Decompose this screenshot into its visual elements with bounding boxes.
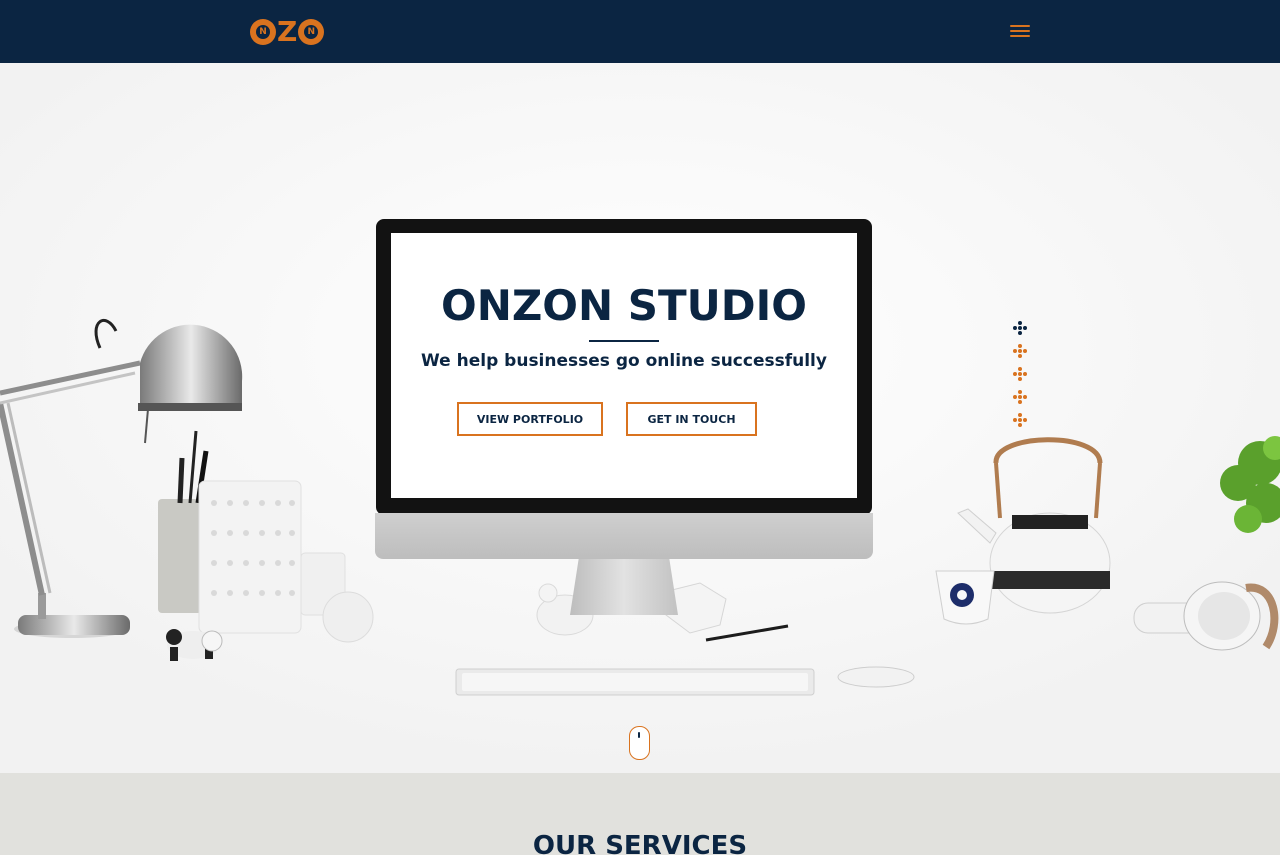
- dot: [1018, 331, 1022, 335]
- hamburger-line: [1010, 35, 1030, 37]
- hero-title: ONZON STUDIO: [441, 281, 807, 330]
- view-portfolio-button[interactable]: VIEW PORTFOLIO: [457, 402, 603, 436]
- dot: [1018, 372, 1022, 376]
- dot: [1013, 395, 1017, 399]
- dot: [1013, 326, 1017, 330]
- logo[interactable]: N Z N: [250, 15, 325, 48]
- site-header: N Z N: [0, 0, 1280, 63]
- keyboard: [455, 668, 815, 696]
- dot: [1013, 349, 1017, 353]
- get-in-touch-button[interactable]: GET IN TOUCH: [626, 402, 757, 436]
- dot: [1018, 390, 1022, 394]
- desk-mouse: [837, 666, 915, 688]
- dot: [1013, 418, 1017, 422]
- logo-inner-n-right: N: [304, 25, 319, 39]
- dot: [1023, 418, 1027, 422]
- dot: [1023, 372, 1027, 376]
- dot: [1023, 349, 1027, 353]
- dot: [1018, 400, 1022, 404]
- dot: [1018, 326, 1022, 330]
- dot: [1018, 321, 1022, 325]
- logo-z: Z: [277, 15, 298, 48]
- hamburger-line: [1010, 25, 1030, 27]
- hero-subtitle: We help businesses go online successfull…: [421, 351, 827, 371]
- scroll-wheel: [638, 732, 640, 738]
- dot: [1013, 372, 1017, 376]
- mouse-scroll-icon[interactable]: [629, 726, 650, 760]
- services-section: OUR SERVICES: [0, 773, 1280, 855]
- dot: [1018, 423, 1022, 427]
- hero-section: ONZON STUDIO We help businesses go onlin…: [0, 63, 1280, 773]
- dot: [1018, 395, 1022, 399]
- dot: [1023, 395, 1027, 399]
- hamburger-menu-icon[interactable]: [1010, 25, 1030, 39]
- services-title: OUR SERVICES: [532, 831, 748, 855]
- monitor-stand: [570, 559, 678, 615]
- dot: [1018, 344, 1022, 348]
- dot: [1018, 413, 1022, 417]
- monitor-chin: [375, 513, 873, 559]
- dot: [1023, 326, 1027, 330]
- hamburger-line: [1010, 30, 1030, 32]
- dot: [1018, 354, 1022, 358]
- dot: [1018, 418, 1022, 422]
- dot: [1018, 349, 1022, 353]
- decorated-cup: [935, 570, 995, 625]
- title-divider: [589, 340, 659, 342]
- logo-ring-left: N: [250, 19, 276, 45]
- logo-inner-n: N: [256, 25, 270, 39]
- dot: [1018, 367, 1022, 371]
- logo-ring-right: N: [298, 19, 325, 45]
- dot: [1018, 377, 1022, 381]
